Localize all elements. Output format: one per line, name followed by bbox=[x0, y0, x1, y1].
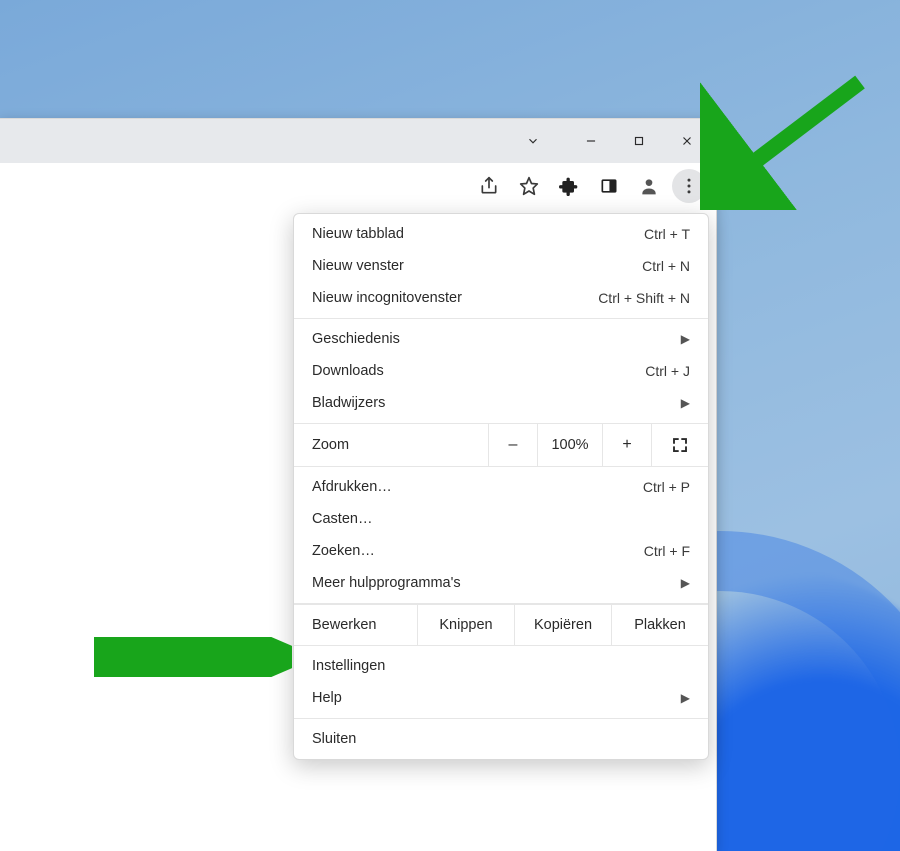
tab-search-dropdown-icon[interactable] bbox=[510, 122, 556, 160]
menu-label: Nieuw tabblad bbox=[312, 226, 644, 242]
menu-item-print[interactable]: Afdrukken… Ctrl + P bbox=[294, 471, 708, 503]
menu-item-history[interactable]: Geschiedenis ▶ bbox=[294, 323, 708, 355]
profile-avatar-icon[interactable] bbox=[632, 169, 666, 203]
zoom-label: Zoom bbox=[294, 424, 488, 466]
window-minimize-button[interactable] bbox=[568, 122, 614, 160]
extensions-puzzle-icon[interactable] bbox=[552, 169, 586, 203]
fullscreen-icon[interactable] bbox=[651, 424, 708, 466]
edit-label: Bewerken bbox=[294, 605, 417, 645]
chevron-right-icon: ▶ bbox=[681, 576, 690, 590]
menu-section-history: Geschiedenis ▶ Downloads Ctrl + J Bladwi… bbox=[294, 319, 708, 424]
menu-item-bookmarks[interactable]: Bladwijzers ▶ bbox=[294, 387, 708, 419]
menu-section-new: Nieuw tabblad Ctrl + T Nieuw venster Ctr… bbox=[294, 214, 708, 319]
menu-label: Help bbox=[312, 690, 673, 706]
browser-toolbar bbox=[0, 163, 716, 210]
menu-item-new-incognito[interactable]: Nieuw incognitovenster Ctrl + Shift + N bbox=[294, 282, 708, 314]
side-panel-icon[interactable] bbox=[592, 169, 626, 203]
menu-item-settings[interactable]: Instellingen bbox=[294, 650, 708, 682]
chevron-right-icon: ▶ bbox=[681, 691, 690, 705]
menu-shortcut: Ctrl + J bbox=[645, 363, 690, 379]
window-titlebar bbox=[0, 119, 716, 163]
bookmark-star-icon[interactable] bbox=[512, 169, 546, 203]
annotation-arrow-top bbox=[700, 70, 880, 210]
menu-label: Nieuw venster bbox=[312, 258, 642, 274]
menu-label: Casten… bbox=[312, 511, 690, 527]
menu-label: Bladwijzers bbox=[312, 395, 673, 411]
menu-label: Meer hulpprogramma's bbox=[312, 575, 673, 591]
menu-item-new-tab[interactable]: Nieuw tabblad Ctrl + T bbox=[294, 218, 708, 250]
chevron-right-icon: ▶ bbox=[681, 396, 690, 410]
menu-shortcut: Ctrl + N bbox=[642, 258, 690, 274]
menu-section-settings: Instellingen Help ▶ bbox=[294, 646, 708, 719]
menu-label: Geschiedenis bbox=[312, 331, 673, 347]
menu-shortcut: Ctrl + F bbox=[644, 543, 690, 559]
window-close-button[interactable] bbox=[664, 122, 710, 160]
menu-label: Instellingen bbox=[312, 658, 690, 674]
edit-cut-button[interactable]: Knippen bbox=[417, 605, 514, 645]
menu-item-new-window[interactable]: Nieuw venster Ctrl + N bbox=[294, 250, 708, 282]
chevron-right-icon: ▶ bbox=[681, 332, 690, 346]
edit-paste-button[interactable]: Plakken bbox=[611, 605, 708, 645]
menu-item-more-tools[interactable]: Meer hulpprogramma's ▶ bbox=[294, 567, 708, 599]
menu-section-exit: Sluiten bbox=[294, 719, 708, 759]
desktop-background: Nieuw tabblad Ctrl + T Nieuw venster Ctr… bbox=[0, 0, 900, 851]
menu-label: Nieuw incognitovenster bbox=[312, 290, 598, 306]
menu-item-cast[interactable]: Casten… bbox=[294, 503, 708, 535]
menu-item-downloads[interactable]: Downloads Ctrl + J bbox=[294, 355, 708, 387]
menu-zoom-row: Zoom – 100% + bbox=[294, 424, 708, 467]
zoom-in-button[interactable]: + bbox=[602, 424, 651, 466]
chrome-main-menu: Nieuw tabblad Ctrl + T Nieuw venster Ctr… bbox=[293, 213, 709, 760]
zoom-out-button[interactable]: – bbox=[488, 424, 537, 466]
share-icon[interactable] bbox=[472, 169, 506, 203]
edit-copy-button[interactable]: Kopiëren bbox=[514, 605, 611, 645]
menu-label: Sluiten bbox=[312, 731, 690, 747]
menu-shortcut: Ctrl + Shift + N bbox=[598, 290, 690, 306]
menu-label: Zoeken… bbox=[312, 543, 644, 559]
menu-label: Afdrukken… bbox=[312, 479, 643, 495]
menu-edit-row: Bewerken Knippen Kopiëren Plakken bbox=[294, 604, 708, 646]
menu-item-find[interactable]: Zoeken… Ctrl + F bbox=[294, 535, 708, 567]
more-menu-kebab-icon[interactable] bbox=[672, 169, 706, 203]
menu-label: Downloads bbox=[312, 363, 645, 379]
menu-item-exit[interactable]: Sluiten bbox=[294, 723, 708, 755]
menu-shortcut: Ctrl + P bbox=[643, 479, 690, 495]
zoom-value: 100% bbox=[537, 424, 602, 466]
menu-shortcut: Ctrl + T bbox=[644, 226, 690, 242]
menu-item-help[interactable]: Help ▶ bbox=[294, 682, 708, 714]
menu-section-tools: Afdrukken… Ctrl + P Casten… Zoeken… Ctrl… bbox=[294, 467, 708, 604]
browser-window: Nieuw tabblad Ctrl + T Nieuw venster Ctr… bbox=[0, 118, 717, 851]
window-maximize-button[interactable] bbox=[616, 122, 662, 160]
